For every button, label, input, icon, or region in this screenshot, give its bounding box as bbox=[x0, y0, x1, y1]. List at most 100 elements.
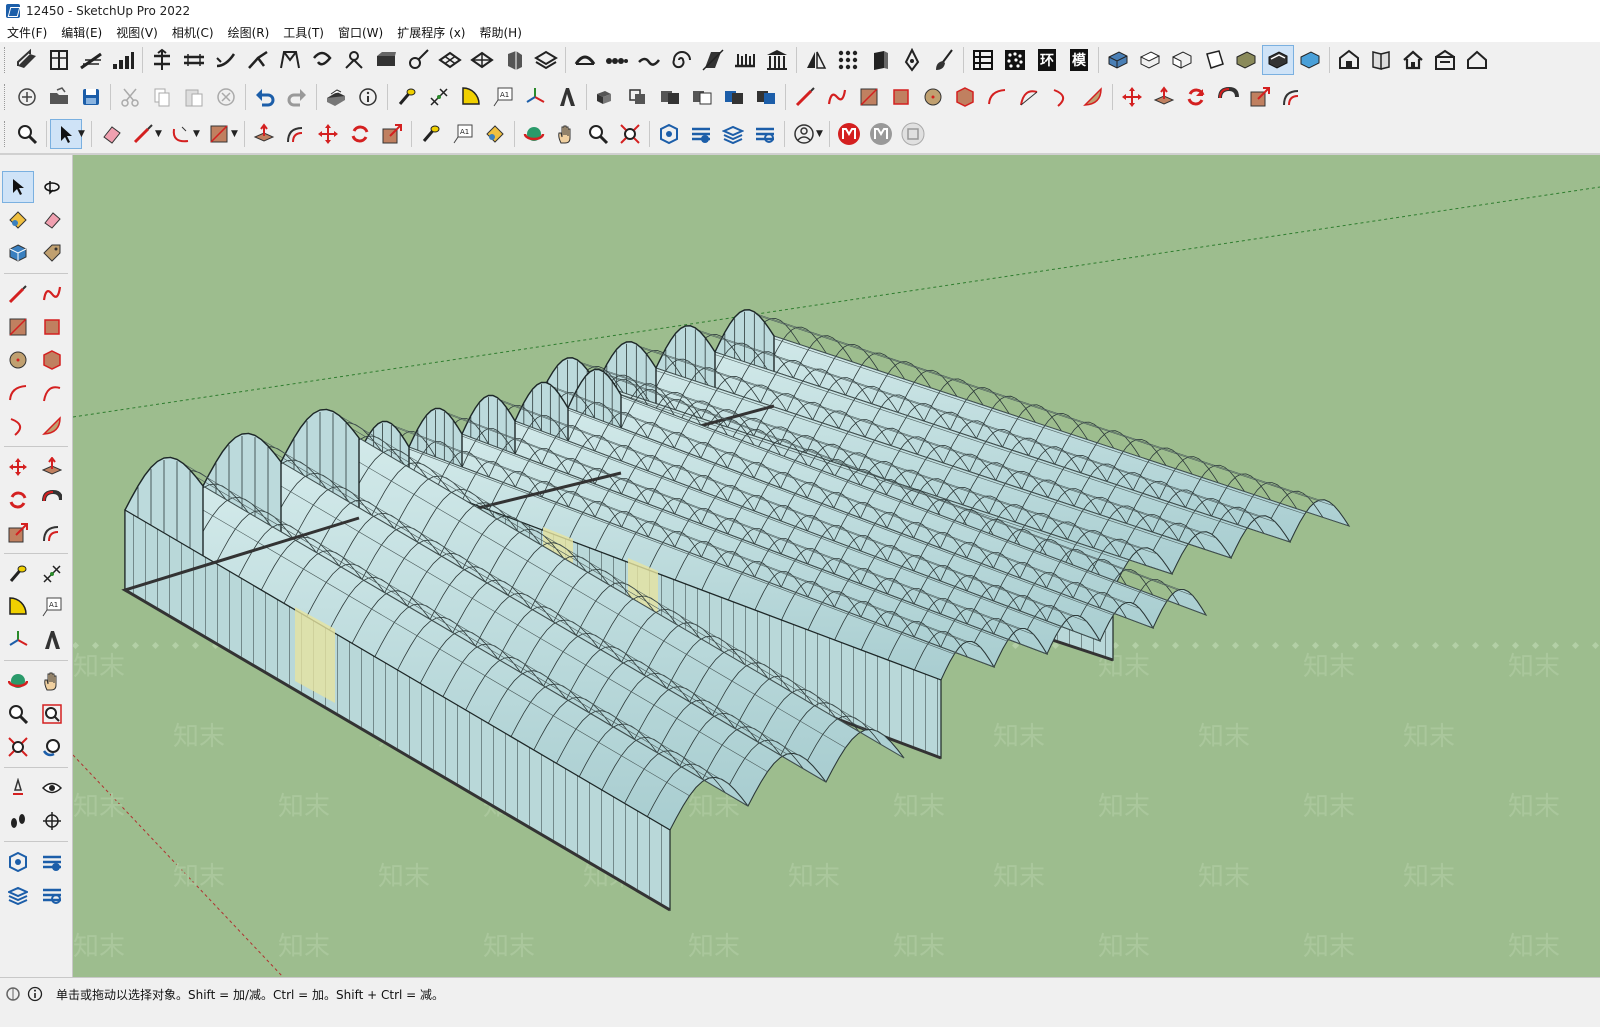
delete-icon[interactable] bbox=[210, 82, 242, 112]
arc-dropdown-icon[interactable]: ▼ bbox=[193, 129, 203, 139]
paint-bucket-icon[interactable] bbox=[479, 119, 511, 149]
book-icon[interactable] bbox=[1365, 45, 1397, 75]
account-dropdown-icon[interactable]: ▼ bbox=[816, 129, 826, 139]
solid-subtract-icon[interactable] bbox=[686, 82, 718, 112]
offset-left-icon[interactable] bbox=[36, 517, 68, 549]
menu-extensions[interactable]: 扩展程序 (x) bbox=[390, 24, 472, 41]
zoom-icon[interactable] bbox=[11, 119, 43, 149]
brush-icon[interactable] bbox=[928, 45, 960, 75]
warehouse-icon[interactable] bbox=[1333, 45, 1365, 75]
building-block-icon[interactable] bbox=[498, 45, 530, 75]
columns-icon[interactable] bbox=[761, 45, 793, 75]
rotated-rect-icon[interactable] bbox=[885, 82, 917, 112]
dot-array-icon[interactable] bbox=[832, 45, 864, 75]
menu-help[interactable]: 帮助(H) bbox=[472, 24, 528, 41]
curve-arrow-icon[interactable] bbox=[210, 45, 242, 75]
toolbar-grip[interactable] bbox=[4, 47, 8, 73]
warehouse-3d-icon[interactable] bbox=[653, 119, 685, 149]
tape-measure-icon[interactable] bbox=[391, 82, 423, 112]
mirror-icon[interactable] bbox=[800, 45, 832, 75]
3d-text-icon[interactable] bbox=[551, 82, 583, 112]
comb-icon[interactable] bbox=[729, 45, 761, 75]
tag-icon[interactable] bbox=[36, 237, 68, 269]
panel-icon[interactable] bbox=[370, 45, 402, 75]
pan-hand-icon[interactable] bbox=[550, 119, 582, 149]
back-view-icon[interactable] bbox=[1230, 45, 1262, 75]
look-around-eye-icon[interactable] bbox=[36, 772, 68, 804]
rotated-rect-left-icon[interactable] bbox=[36, 311, 68, 343]
text-tool-icon[interactable]: A1 bbox=[447, 119, 479, 149]
toolbar-grip[interactable] bbox=[4, 121, 8, 147]
solid-union-icon[interactable] bbox=[590, 82, 622, 112]
zoom-tool-icon[interactable] bbox=[582, 119, 614, 149]
zoom-extents-icon[interactable] bbox=[614, 119, 646, 149]
pencil-dropdown-icon[interactable]: ▼ bbox=[155, 129, 165, 139]
ruby-extension-gray-icon[interactable] bbox=[865, 119, 897, 149]
arc-icon[interactable] bbox=[981, 82, 1013, 112]
rotate-left-icon[interactable] bbox=[2, 484, 34, 516]
needle-icon[interactable] bbox=[402, 45, 434, 75]
protractor-left-icon[interactable] bbox=[2, 591, 34, 623]
eraser-icon[interactable] bbox=[95, 119, 127, 149]
scale-icon[interactable] bbox=[1244, 82, 1276, 112]
home-icon[interactable] bbox=[1397, 45, 1429, 75]
save-icon[interactable] bbox=[75, 82, 107, 112]
model-info-icon[interactable] bbox=[352, 82, 384, 112]
open-folder-icon[interactable] bbox=[43, 82, 75, 112]
polygon-icon[interactable] bbox=[949, 82, 981, 112]
rectangle-left-icon[interactable] bbox=[2, 311, 34, 343]
ruby-extension-icon[interactable] bbox=[833, 119, 865, 149]
offset-icon[interactable] bbox=[1276, 82, 1308, 112]
menu-window[interactable]: 窗口(W) bbox=[331, 24, 390, 41]
print-icon[interactable] bbox=[320, 82, 352, 112]
copy-icon[interactable] bbox=[146, 82, 178, 112]
top-view-icon[interactable] bbox=[1134, 45, 1166, 75]
component-label-button[interactable]: 环 bbox=[1031, 45, 1063, 75]
freehand-left-icon[interactable] bbox=[36, 278, 68, 310]
front-view-icon[interactable] bbox=[1166, 45, 1198, 75]
new-file-icon[interactable] bbox=[11, 82, 43, 112]
text-left-icon[interactable]: A1 bbox=[36, 591, 68, 623]
move-left-icon[interactable] bbox=[2, 451, 34, 483]
3pt-arc-left-icon[interactable] bbox=[2, 410, 34, 442]
grid-plane-icon[interactable] bbox=[434, 45, 466, 75]
protractor-icon[interactable] bbox=[455, 82, 487, 112]
toolbar-grip[interactable] bbox=[4, 84, 8, 110]
menu-camera[interactable]: 相机(C) bbox=[165, 24, 221, 41]
zoom-window-left-icon[interactable] bbox=[36, 698, 68, 730]
offset-tool-icon[interactable] bbox=[280, 119, 312, 149]
iso-view-icon[interactable] bbox=[1102, 45, 1134, 75]
orbit-left-icon[interactable] bbox=[2, 665, 34, 697]
layers-stack-icon[interactable] bbox=[530, 45, 562, 75]
2pt-arc-left-icon[interactable] bbox=[36, 377, 68, 409]
menu-draw[interactable]: 绘图(R) bbox=[221, 24, 277, 41]
polygon-left-icon[interactable] bbox=[36, 344, 68, 376]
solid-box-icon[interactable] bbox=[864, 45, 896, 75]
arch-frame-icon[interactable] bbox=[274, 45, 306, 75]
window-frame-icon[interactable] bbox=[43, 45, 75, 75]
dimension-icon[interactable] bbox=[423, 82, 455, 112]
tape-left-icon[interactable] bbox=[2, 558, 34, 590]
text-label-icon[interactable]: A1 bbox=[487, 82, 519, 112]
extension-manager-left-icon[interactable] bbox=[36, 879, 68, 911]
extension-warehouse-left-icon[interactable] bbox=[36, 846, 68, 878]
rectangle-icon[interactable] bbox=[853, 82, 885, 112]
push-pull-icon[interactable] bbox=[1148, 82, 1180, 112]
share-model-icon[interactable] bbox=[1429, 45, 1461, 75]
arc-left-icon[interactable] bbox=[2, 377, 34, 409]
right-view-icon[interactable] bbox=[1198, 45, 1230, 75]
info-icon[interactable] bbox=[26, 985, 44, 1003]
branch-icon[interactable] bbox=[242, 45, 274, 75]
scale-left-icon[interactable] bbox=[2, 517, 34, 549]
extension-warehouse-icon[interactable] bbox=[685, 119, 717, 149]
select-dropdown-icon[interactable]: ▼ bbox=[78, 129, 88, 139]
wave-icon[interactable] bbox=[633, 45, 665, 75]
pen-nib-icon[interactable] bbox=[896, 45, 928, 75]
geo-location-icon[interactable] bbox=[4, 985, 22, 1003]
rotate-icon[interactable] bbox=[1180, 82, 1212, 112]
table-grid-icon[interactable] bbox=[967, 45, 999, 75]
eraser-left-icon[interactable] bbox=[36, 204, 68, 236]
walk-footprints-icon[interactable] bbox=[2, 805, 34, 837]
extension-manager-icon[interactable] bbox=[749, 119, 781, 149]
pie-left-icon[interactable] bbox=[36, 410, 68, 442]
